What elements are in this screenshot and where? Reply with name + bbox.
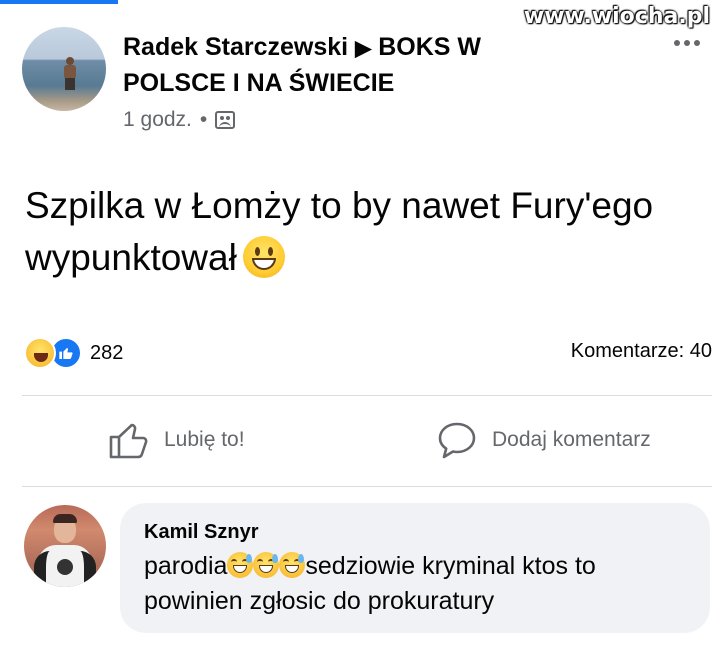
commenter-avatar[interactable] bbox=[24, 505, 106, 587]
speech-bubble-icon bbox=[438, 422, 476, 459]
post-time[interactable]: 1 godz. bbox=[123, 108, 192, 132]
comments-count[interactable]: Komentarze: 40 bbox=[571, 340, 712, 363]
more-options-button[interactable] bbox=[674, 40, 700, 46]
author-name[interactable]: Radek Starczewski bbox=[123, 33, 348, 61]
avatar-figure bbox=[64, 57, 76, 91]
comment-bubble: Kamil Sznyr parodia sedziowie kryminal kt… bbox=[120, 503, 710, 633]
reactions-summary[interactable]: 282 bbox=[24, 337, 123, 369]
comment-text-start: parodia bbox=[144, 552, 228, 580]
meta-separator: • bbox=[199, 108, 208, 131]
like-button[interactable]: Lubię to! bbox=[108, 420, 245, 460]
author-avatar[interactable] bbox=[22, 27, 106, 111]
thumbs-up-icon bbox=[109, 423, 148, 459]
grinning-face-emoji bbox=[242, 236, 285, 278]
commenter-name[interactable]: Kamil Sznyr bbox=[144, 517, 686, 547]
post-text: Szpilka w Łomży to by nawet Fury'ego wyp… bbox=[25, 185, 654, 278]
post-body: Szpilka w Łomży to by nawet Fury'ego wyp… bbox=[25, 180, 665, 284]
reaction-count: 282 bbox=[90, 341, 124, 364]
haha-reaction-icon bbox=[24, 337, 56, 369]
post-header: Radek Starczewski ▶ BOKS W POLSCE I NA Ś… bbox=[123, 30, 543, 101]
grinning-sweat-emoji bbox=[227, 552, 254, 578]
grinning-sweat-emoji bbox=[279, 552, 306, 578]
top-accent-line bbox=[0, 0, 118, 4]
divider bbox=[22, 486, 712, 487]
comment-text: parodia sedziowie kryminal ktos to powini… bbox=[144, 549, 686, 619]
more-dots-icon bbox=[674, 40, 680, 46]
watermark: www.wiocha.pl bbox=[523, 4, 710, 29]
comment-label: Dodaj komentarz bbox=[492, 428, 651, 451]
comment-button[interactable]: Dodaj komentarz bbox=[436, 420, 651, 460]
like-label: Lubię to! bbox=[164, 428, 245, 451]
group-icon bbox=[215, 111, 236, 129]
divider bbox=[22, 395, 712, 396]
post-meta: 1 godz. • bbox=[123, 108, 236, 132]
grinning-sweat-emoji bbox=[253, 552, 280, 578]
arrow-icon: ▶ bbox=[355, 37, 372, 60]
